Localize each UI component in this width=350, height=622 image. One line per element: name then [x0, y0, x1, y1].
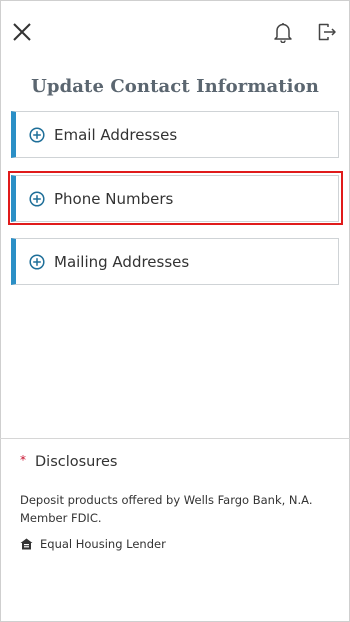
sign-out-icon	[318, 23, 336, 41]
plus-circle-icon	[29, 126, 45, 143]
mailing-addresses-section[interactable]: Mailing Addresses	[11, 238, 339, 285]
required-asterisk: *	[20, 453, 26, 467]
phone-numbers-section[interactable]: Phone Numbers	[11, 175, 339, 222]
email-addresses-section[interactable]: Email Addresses	[11, 111, 339, 158]
close-button[interactable]	[8, 18, 36, 46]
bell-icon	[274, 23, 292, 43]
page-title: Update Contact Information	[31, 76, 319, 97]
equal-housing-lender: Equal Housing Lender	[20, 537, 166, 551]
sign-out-button[interactable]	[313, 18, 341, 46]
disclosures-link[interactable]: * Disclosures	[20, 453, 118, 470]
phone-numbers-label: Phone Numbers	[54, 189, 174, 208]
plus-circle-icon	[29, 253, 45, 270]
disclosures-label: Disclosures	[35, 454, 118, 470]
top-bar	[0, 0, 350, 64]
notifications-button[interactable]	[269, 18, 297, 46]
equal-housing-icon	[20, 538, 33, 550]
equal-housing-text: Equal Housing Lender	[40, 537, 166, 551]
email-addresses-label: Email Addresses	[54, 125, 178, 144]
mailing-addresses-label: Mailing Addresses	[54, 252, 190, 271]
plus-circle-icon	[29, 190, 45, 207]
footer-divider	[0, 438, 350, 439]
deposit-disclosure-text: Deposit products offered by Wells Fargo …	[20, 493, 313, 525]
close-icon	[13, 23, 31, 41]
